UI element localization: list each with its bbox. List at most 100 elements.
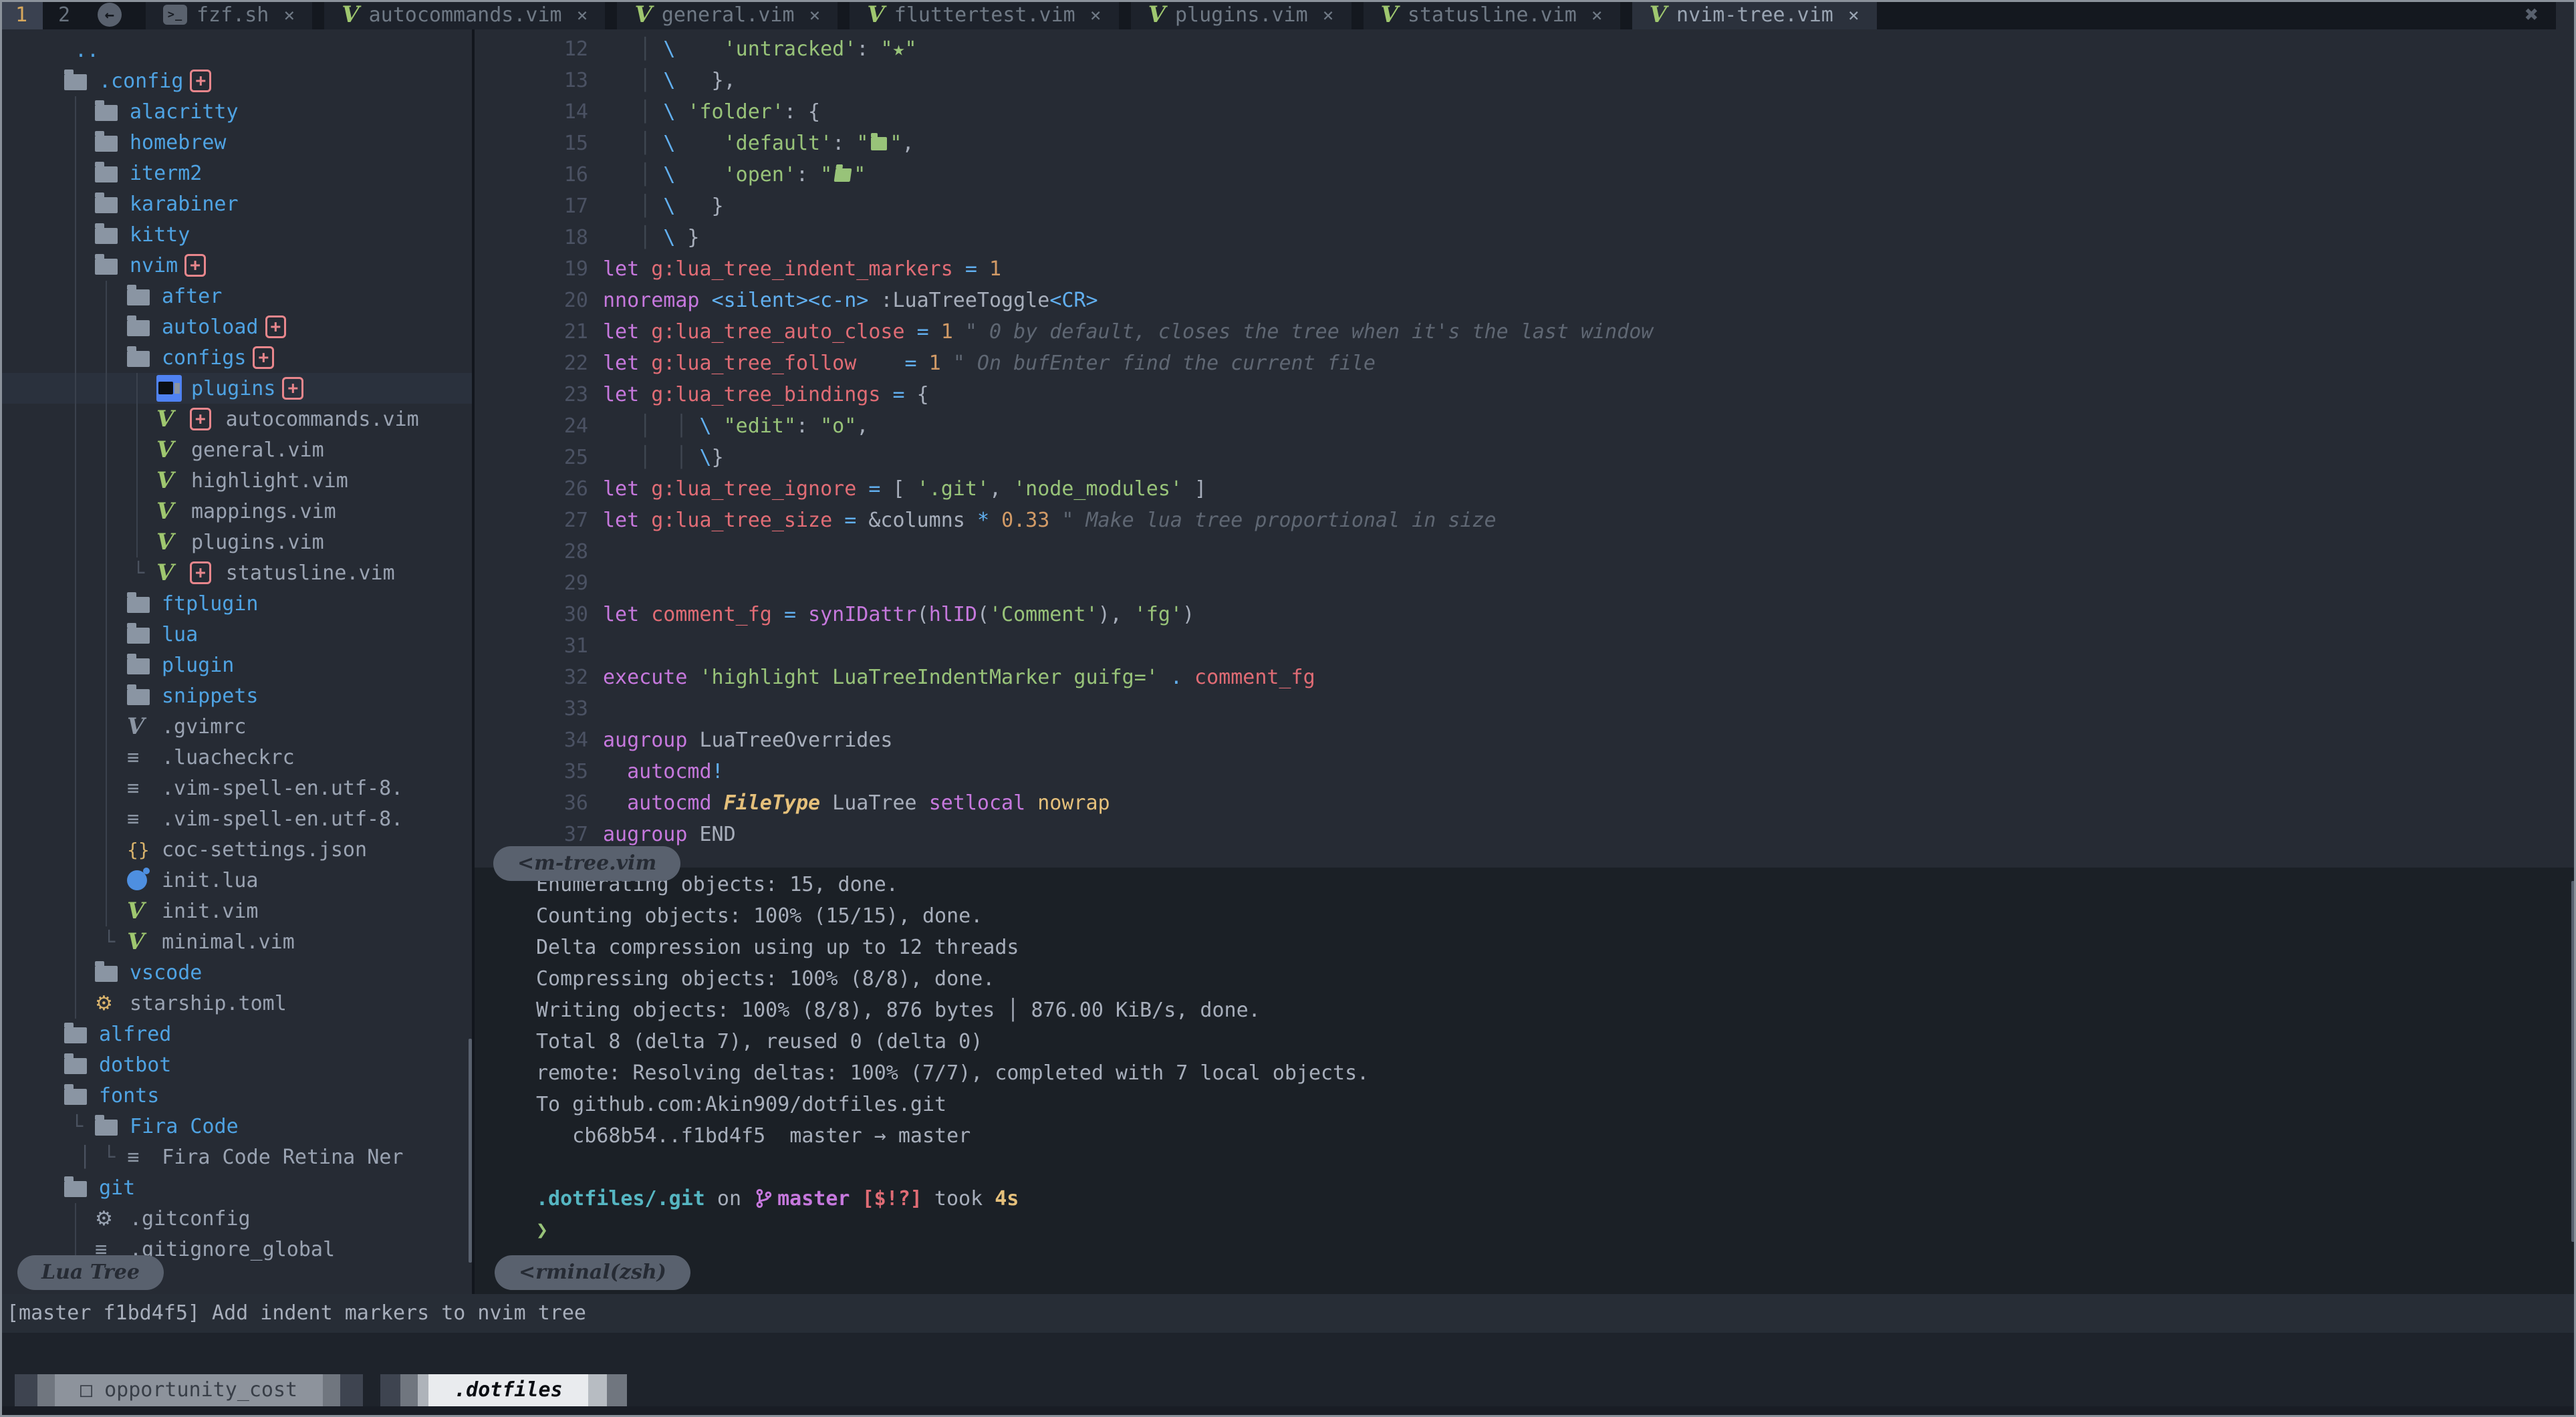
line-number: 34 — [475, 725, 588, 756]
tree-item-.gvimrc[interactable]: V.gvimrc — [0, 711, 472, 742]
tree-item-.luacheckrc[interactable]: ≡.luacheckrc — [0, 742, 472, 773]
line-number: 25 — [475, 442, 588, 473]
tree-connector: └ — [132, 561, 156, 585]
command-line-message: [master f1bd4f5] Add indent markers to n… — [0, 1294, 2576, 1333]
tree-item-vscode[interactable]: vscode — [0, 957, 472, 988]
tree-item-alacritty[interactable]: alacritty — [0, 96, 472, 127]
tab-general.vim[interactable]: Vgeneral.vim× — [617, 0, 838, 29]
tree-item-label: kitty — [130, 223, 190, 247]
tmux-window-.dotfiles[interactable]: .dotfiles — [380, 1374, 627, 1406]
folder-open-icon — [64, 74, 87, 90]
terminal-pane[interactable]: Enumerating objects: 15, done.Counting o… — [475, 868, 2576, 1294]
tree-item-init.vim[interactable]: Vinit.vim — [0, 896, 472, 926]
tree-item-highlight.vim[interactable]: Vhighlight.vim — [0, 465, 472, 496]
code-line: 28 — [475, 536, 2576, 567]
tree-item-.gitconfig[interactable]: ⚙.gitconfig — [0, 1203, 472, 1234]
tree-item-after[interactable]: after — [0, 281, 472, 311]
tree-item-..[interactable]: .. — [0, 35, 472, 66]
line-number: 15 — [475, 128, 588, 159]
tree-item-autocommands.vim[interactable]: V+autocommands.vim — [0, 404, 472, 434]
tab-close-icon[interactable]: × — [1323, 4, 1334, 26]
tmux-window-opportunity_cost[interactable]: □ opportunity_cost — [15, 1374, 363, 1406]
vim-file-icon: V — [634, 3, 652, 26]
folder-icon — [95, 966, 118, 982]
tree-item-alfred[interactable]: alfred — [0, 1019, 472, 1049]
tab-nvim-tree.vim[interactable]: Vnvim-tree.vim× — [1632, 0, 1877, 29]
tree-item-label: minimal.vim — [162, 930, 295, 954]
tree-item-init.lua[interactable]: init.lua — [0, 865, 472, 896]
tab-number-2[interactable]: 2 — [43, 0, 86, 29]
tree-item-starship.toml[interactable]: ⚙starship.toml — [0, 988, 472, 1019]
code-line: 37augroup END — [475, 819, 2576, 850]
terminal-scrollbar-thumb[interactable] — [2571, 881, 2575, 1242]
vim-file-icon: V — [127, 715, 144, 738]
tab-autocommands.vim[interactable]: Vautocommands.vim× — [324, 0, 605, 29]
line-number: 24 — [475, 410, 588, 442]
tab-plugins.vim[interactable]: Vplugins.vim× — [1131, 0, 1351, 29]
tree-item-label: plugin — [162, 654, 234, 677]
tree-item-karabiner[interactable]: karabiner — [0, 188, 472, 219]
git-new-file-icon: + — [282, 377, 303, 400]
tree-item-iterm2[interactable]: iterm2 — [0, 158, 472, 188]
file-tree-pane: ...config+alacrittyhomebrewiterm2karabin… — [0, 29, 475, 1294]
tree-item-minimal.vim[interactable]: └ Vminimal.vim — [0, 926, 472, 957]
tree-item-.vim-spell-en.utf-8.[interactable]: ≡.vim-spell-en.utf-8. — [0, 803, 472, 834]
tab-close-icon[interactable]: × — [283, 4, 295, 26]
tree-item-configs[interactable]: configs+ — [0, 342, 472, 373]
back-arrow-icon[interactable]: ← — [98, 3, 122, 27]
close-all-icon[interactable]: ✖ — [2525, 1, 2539, 28]
tree-item-nvim[interactable]: nvim+ — [0, 250, 472, 281]
vim-file-icon: V — [156, 469, 174, 492]
tree-item-plugin[interactable]: plugin — [0, 650, 472, 680]
line-number: 22 — [475, 348, 588, 379]
tree-item-plugins[interactable]: plugins+ — [0, 373, 472, 404]
tree-item-general.vim[interactable]: Vgeneral.vim — [0, 434, 472, 465]
tree-item-ftplugin[interactable]: ftplugin — [0, 588, 472, 619]
tree-item-label: .config — [99, 70, 183, 93]
tree-item-fonts[interactable]: fonts — [0, 1080, 472, 1111]
tree-item-kitty[interactable]: kitty — [0, 219, 472, 250]
tree-item-dotbot[interactable]: dotbot — [0, 1049, 472, 1080]
tree-item-label: highlight.vim — [191, 469, 348, 493]
tree-item-lua[interactable]: lua — [0, 619, 472, 650]
tab-close-icon[interactable]: × — [577, 4, 588, 26]
tab-close-icon[interactable]: × — [1848, 4, 1859, 26]
tab-number-1[interactable]: 1 — [0, 0, 43, 29]
tab-fluttertest.vim[interactable]: Vfluttertest.vim× — [850, 0, 1118, 29]
tree-item-label: alacritty — [130, 100, 239, 124]
tree-item-label: iterm2 — [130, 162, 202, 185]
tree-item-mappings.vim[interactable]: Vmappings.vim — [0, 496, 472, 527]
code-line: 34augroup LuaTreeOverrides — [475, 725, 2576, 756]
tree-item-label: autoload — [162, 315, 259, 339]
tab-close-icon[interactable]: × — [1591, 4, 1603, 26]
tree-item-autoload[interactable]: autoload+ — [0, 311, 472, 342]
tree-item-snippets[interactable]: snippets — [0, 680, 472, 711]
tree-item-homebrew[interactable]: homebrew — [0, 127, 472, 158]
editor-statusline-badge: <m-tree.vim — [493, 846, 680, 881]
terminal-line: Compressing objects: 100% (8/8), done. — [536, 963, 2576, 995]
tab-close-icon[interactable]: × — [1090, 4, 1102, 26]
tab-close-icon[interactable]: × — [809, 4, 821, 26]
tree-scrollbar-thumb[interactable] — [469, 1039, 472, 1263]
terminal-line: Writing objects: 100% (8/8), 876 bytes │… — [536, 995, 2576, 1026]
folder-open-icon — [64, 1089, 87, 1105]
line-number: 23 — [475, 379, 588, 410]
editor-pane[interactable]: 12 │ \ 'untracked': "★"13 │ \ },14 │ \ '… — [475, 29, 2576, 868]
tree-item-Fira Code[interactable]: └ Fira Code — [0, 1111, 472, 1142]
tree-item-coc-settings.json[interactable]: {}coc-settings.json — [0, 834, 472, 865]
tab-statusline.vim[interactable]: Vstatusline.vim× — [1364, 0, 1620, 29]
folder-icon — [95, 166, 118, 182]
text-file-icon: ≡ — [127, 1146, 139, 1169]
tree-item-plugins.vim[interactable]: Vplugins.vim — [0, 527, 472, 557]
tree-item-git[interactable]: git — [0, 1172, 472, 1203]
tree-item-Fira Code Retina Ner[interactable]: │ └ ≡Fira Code Retina Ner — [0, 1142, 472, 1172]
vim-file-icon: V — [1381, 3, 1398, 26]
tab-fzf.sh[interactable]: >_fzf.sh× — [146, 0, 312, 29]
vim-file-icon: V — [1148, 3, 1166, 26]
tree-item-.config[interactable]: .config+ — [0, 66, 472, 96]
tree-item-label: karabiner — [130, 192, 239, 216]
tree-item-.vim-spell-en.utf-8.[interactable]: ≡.vim-spell-en.utf-8. — [0, 773, 472, 803]
code-line: 12 │ \ 'untracked': "★" — [475, 33, 2576, 65]
tree-statusline-badge: Lua Tree — [17, 1255, 164, 1290]
tree-item-statusline.vim[interactable]: └ V+statusline.vim — [0, 557, 472, 588]
